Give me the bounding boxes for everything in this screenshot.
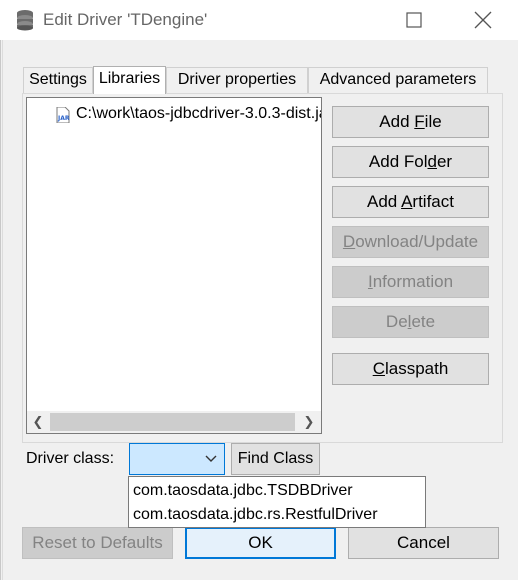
information-button[interactable]: Information	[332, 266, 489, 298]
window-border	[0, 40, 1, 580]
tab-advanced-parameters[interactable]: Advanced parameters	[308, 67, 488, 93]
add-artifact-button[interactable]: Add Artifact	[332, 186, 489, 218]
mnemonic: A	[401, 192, 413, 211]
library-list[interactable]	[26, 97, 322, 434]
close-icon[interactable]	[462, 6, 502, 34]
find-class-button[interactable]: Find Class	[231, 443, 320, 475]
ok-button[interactable]: OK	[185, 527, 336, 559]
label-part: lasspath	[384, 359, 449, 378]
mnemonic: C	[372, 359, 385, 378]
driver-class-dropdown[interactable]: com.taosdata.jdbc.TSDBDriver com.taosdat…	[128, 476, 426, 528]
label-part: Add	[379, 112, 415, 131]
tab-libraries[interactable]: Libraries	[93, 66, 166, 94]
cancel-button[interactable]: Cancel	[348, 527, 499, 559]
delete-button[interactable]: Delete	[332, 306, 489, 338]
scroll-right-icon[interactable]: ❯	[298, 411, 320, 433]
label-part: er	[436, 152, 453, 171]
list-item[interactable]: JAR C:\work\taos-jdbcdriver-3.0.3-dist.j…	[56, 104, 321, 126]
dropdown-option[interactable]: com.taosdata.jdbc.rs.RestfulDriver	[133, 503, 423, 527]
mnemonic: d	[427, 152, 437, 171]
scroll-thumb[interactable]	[50, 413, 295, 431]
database-icon	[17, 10, 33, 31]
maximize-icon[interactable]	[397, 6, 431, 34]
scroll-left-icon[interactable]: ❮	[27, 411, 49, 433]
label-part: ile	[424, 112, 442, 131]
library-path: C:\work\taos-jdbcdriver-3.0.3-dist.jar	[76, 105, 321, 122]
mnemonic: D	[342, 232, 356, 251]
driver-class-label: Driver class:	[26, 450, 115, 467]
label-part: Add Fol	[368, 152, 428, 171]
chevron-down-icon[interactable]	[201, 446, 221, 472]
label-part: Add	[367, 192, 402, 211]
window-title: Edit Driver 'TDengine'	[43, 10, 208, 29]
add-folder-button[interactable]: Add Folder	[332, 146, 489, 178]
label-part: nformation	[372, 272, 454, 291]
reset-defaults-button[interactable]: Reset to Defaults	[22, 527, 173, 559]
window-border-inner	[2, 40, 3, 580]
label-part: De	[385, 312, 408, 331]
add-file-button[interactable]: Add File	[332, 106, 489, 138]
label-part: ete	[411, 312, 436, 331]
svg-text:JAR: JAR	[57, 115, 70, 122]
classpath-button[interactable]: Classpath	[332, 353, 489, 385]
label-part: rtifact	[412, 192, 454, 211]
tab-driver-properties[interactable]: Driver properties	[166, 67, 308, 93]
tab-settings[interactable]: Settings	[23, 67, 93, 93]
label-part: ownload/Update	[355, 232, 479, 251]
download-update-button[interactable]: Download/Update	[332, 226, 489, 258]
dropdown-option[interactable]: com.taosdata.jdbc.TSDBDriver	[133, 479, 423, 503]
jar-file-icon: JAR	[56, 107, 70, 123]
mnemonic: F	[414, 112, 425, 131]
